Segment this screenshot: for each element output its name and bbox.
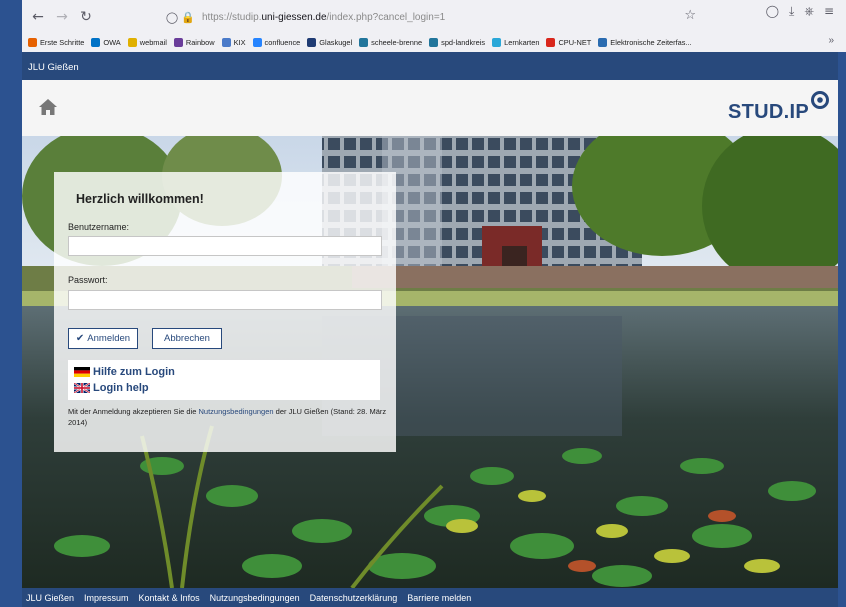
- toolbar-buttons: ◯ ⤓ ⎈ ≡: [766, 4, 834, 19]
- terms-text-before: Mit der Anmeldung akzeptieren Sie die: [68, 407, 199, 416]
- topbar-title[interactable]: JLU Gießen: [28, 62, 79, 73]
- login-button-label: Anmelden: [87, 333, 131, 344]
- back-icon[interactable]: ←: [26, 5, 50, 29]
- bookmark-item[interactable]: spd-landkreis: [429, 38, 485, 47]
- download-icon[interactable]: ⤓: [789, 4, 794, 19]
- bookmark-favicon-icon: [598, 38, 608, 47]
- bookmark-label: Erste Schritte: [40, 38, 85, 47]
- username-input[interactable]: [68, 236, 382, 256]
- browser-navbar: ← → ↻ ◯ 🔒 https://studip.uni-giessen.de/…: [22, 0, 846, 33]
- footer-link[interactable]: Datenschutzerklärung: [310, 593, 398, 603]
- bookmark-label: spd-landkreis: [441, 38, 486, 47]
- bookmark-item[interactable]: webmail: [127, 38, 167, 47]
- bookmark-label: Lernkarten: [504, 38, 540, 47]
- photo-credit: [22, 210, 32, 310]
- home-icon[interactable]: [38, 97, 58, 117]
- menu-icon[interactable]: ≡: [824, 4, 834, 19]
- browser-chrome: ← → ↻ ◯ 🔒 https://studip.uni-giessen.de/…: [22, 0, 846, 52]
- bookmark-item[interactable]: CPU-NET: [546, 38, 591, 47]
- bookmark-favicon-icon: [221, 38, 231, 47]
- bookmark-favicon-icon: [429, 38, 439, 47]
- bookmark-label: Glaskugel: [319, 38, 353, 47]
- url-bar[interactable]: ◯ 🔒 https://studip.uni-giessen.de/index.…: [164, 5, 702, 29]
- bookmark-label: Elektronische Zeiterfas...: [610, 38, 692, 47]
- bookmark-favicon-icon: [127, 38, 137, 47]
- bookmark-favicon-icon: [252, 38, 262, 47]
- password-input[interactable]: [68, 290, 382, 310]
- bookmark-label: webmail: [139, 38, 167, 47]
- bookmark-favicon-icon: [492, 38, 502, 47]
- footer-link[interactable]: Impressum: [84, 593, 129, 603]
- bookmarks-bar: Erste Schritte OWA webmail Rainbow KIX conflu…: [22, 33, 846, 52]
- bookmark-item[interactable]: confluence: [252, 38, 301, 47]
- pocket-icon[interactable]: ◯: [766, 4, 779, 19]
- bookmark-item[interactable]: KIX: [221, 38, 246, 47]
- site-footer: JLU Gießen Impressum Kontakt & Infos Nutzun…: [22, 588, 838, 607]
- login-title: Herzlich willkommen!: [76, 192, 204, 206]
- site-topbar: JLU Gießen: [22, 52, 838, 80]
- logo-text: STUD.IP: [728, 101, 809, 123]
- extensions-icon[interactable]: ⎈: [804, 4, 814, 19]
- bookmark-favicon-icon: [91, 38, 101, 47]
- studip-logo[interactable]: STUD.IP: [728, 88, 830, 124]
- site-header: STUD.IP: [22, 80, 838, 136]
- terms-link[interactable]: Nutzungsbedingungen: [199, 407, 274, 416]
- german-flag-icon: [74, 367, 90, 377]
- bookmark-item[interactable]: Lernkarten: [492, 38, 539, 47]
- help-link-de[interactable]: Hilfe zum Login: [74, 366, 175, 378]
- bookmark-label: Rainbow: [185, 38, 215, 47]
- bookmark-star-icon[interactable]: ☆: [684, 8, 696, 23]
- password-label: Passwort:: [68, 275, 108, 285]
- login-button[interactable]: ✔ Anmelden: [68, 328, 138, 349]
- bookmark-label: scheele-brenne: [371, 38, 423, 47]
- footer-link[interactable]: Barriere melden: [407, 593, 471, 603]
- bookmark-item[interactable]: Rainbow: [173, 38, 215, 47]
- bookmark-favicon-icon: [173, 38, 183, 47]
- login-card: Herzlich willkommen! Benutzername: Passw…: [54, 172, 396, 452]
- footer-link[interactable]: Nutzungsbedingungen: [210, 593, 300, 603]
- bookmark-favicon-icon: [359, 38, 369, 47]
- bookmark-favicon-icon: [546, 38, 556, 47]
- uk-flag-icon: [74, 383, 90, 393]
- bookmark-item[interactable]: Elektronische Zeiterfas...: [598, 38, 692, 47]
- cancel-button-label: Abbrechen: [164, 333, 210, 344]
- bookmark-item[interactable]: Erste Schritte: [28, 38, 84, 47]
- bookmark-item[interactable]: Glaskugel: [307, 38, 352, 47]
- bookmark-favicon-icon: [307, 38, 317, 47]
- bookmark-favicon-icon: [28, 38, 37, 47]
- bookmark-label: KIX: [233, 38, 246, 47]
- footer-link[interactable]: JLU Gießen: [26, 593, 74, 603]
- footer-link[interactable]: Kontakt & Infos: [139, 593, 200, 603]
- reload-icon[interactable]: ↻: [74, 5, 98, 29]
- bookmark-item[interactable]: OWA: [91, 38, 121, 47]
- checkmark-icon: ✔: [75, 333, 85, 344]
- bookmark-label: OWA: [103, 38, 121, 47]
- url-text[interactable]: https://studip.uni-giessen.de/index.php?…: [202, 12, 445, 23]
- logo-ring-icon: [811, 91, 829, 109]
- help-link-en-label: Login help: [93, 382, 149, 394]
- username-label: Benutzername:: [68, 222, 130, 232]
- help-link-de-label: Hilfe zum Login: [93, 366, 175, 378]
- screen-frame: ← → ↻ ◯ 🔒 https://studip.uni-giessen.de/…: [0, 0, 846, 607]
- cancel-button[interactable]: Abbrechen: [152, 328, 222, 349]
- bookmark-label: confluence: [264, 38, 301, 47]
- forward-icon[interactable]: →: [50, 5, 74, 29]
- bookmarks-overflow-icon[interactable]: »: [828, 35, 834, 46]
- bookmark-item[interactable]: scheele-brenne: [359, 38, 422, 47]
- terms-notice: Mit der Anmeldung akzeptieren Sie die Nu…: [68, 406, 388, 428]
- help-box: Hilfe zum Login Login help: [68, 360, 380, 400]
- bookmark-label: CPU-NET: [558, 38, 592, 47]
- shield-icon[interactable]: ◯: [164, 11, 180, 24]
- lock-icon[interactable]: 🔒: [180, 11, 196, 24]
- help-link-en[interactable]: Login help: [74, 382, 149, 394]
